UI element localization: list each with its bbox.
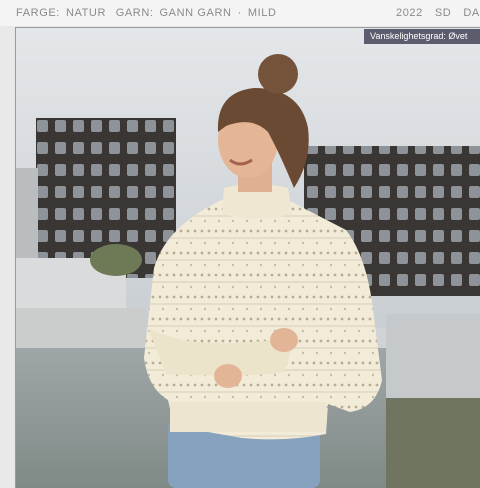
difficulty-badge: Vanskelighetsgrad: Øvet bbox=[364, 29, 480, 44]
yarn-brand: GANN GARN bbox=[159, 7, 232, 19]
size-code: SD bbox=[434, 7, 452, 19]
hand-left bbox=[214, 364, 242, 388]
category: DAM bbox=[463, 7, 480, 19]
photo-illustration bbox=[16, 28, 480, 488]
pattern-meta: 2022 SD DAM bbox=[396, 7, 480, 19]
yarn-label: GARN: bbox=[115, 7, 154, 19]
pier-left bbox=[16, 308, 146, 348]
pattern-photo bbox=[15, 27, 480, 488]
year: 2022 bbox=[396, 7, 423, 19]
color-value: NATUR bbox=[65, 7, 107, 19]
yarn-type: MILD bbox=[247, 7, 277, 19]
trees bbox=[90, 244, 142, 276]
hair-bun bbox=[258, 54, 298, 94]
yarn-info: FARGE: NATUR GARN: GANN GARN · MILD bbox=[16, 7, 283, 19]
sweater-hem bbox=[170, 402, 326, 432]
hand-right bbox=[270, 328, 298, 352]
header-bar: FARGE: NATUR GARN: GANN GARN · MILD 2022 SD DA… bbox=[0, 0, 480, 26]
separator: · bbox=[237, 7, 242, 19]
color-label: FARGE: bbox=[16, 7, 60, 19]
shore-right bbox=[376, 398, 480, 488]
